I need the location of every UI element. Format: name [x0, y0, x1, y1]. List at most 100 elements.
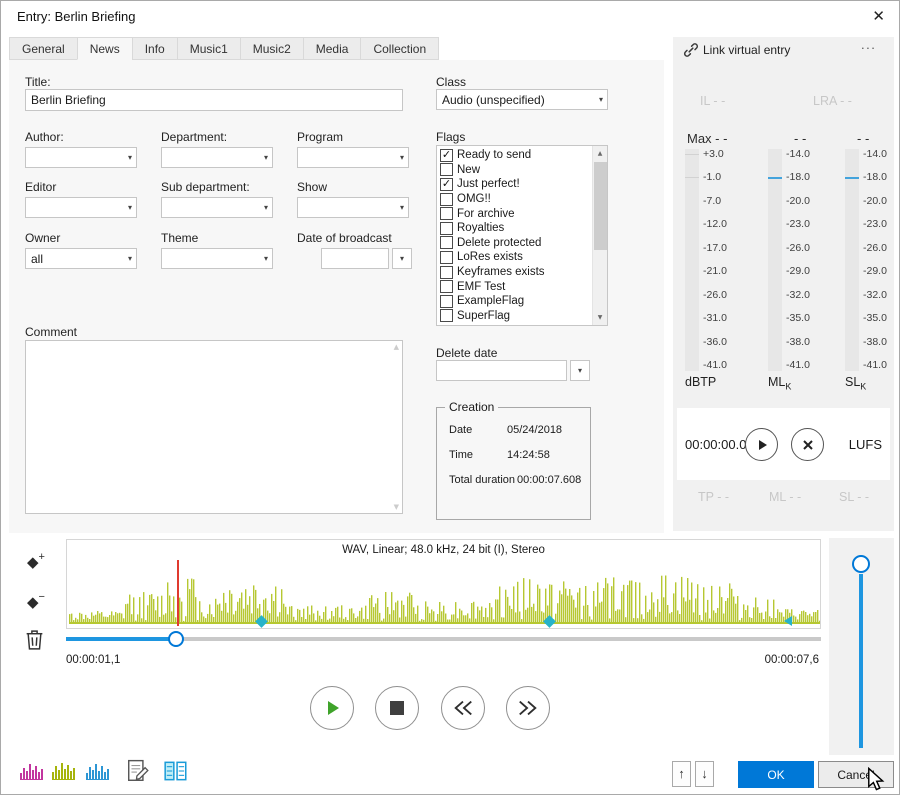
editor-label: Editor [25, 180, 56, 194]
scroll-down-icon[interactable]: ▼ [394, 503, 399, 511]
volume-slider-thumb[interactable] [852, 555, 870, 573]
delete-date-input[interactable] [436, 360, 567, 381]
meter-tick-label: -23.0 [863, 219, 887, 230]
flag-checkbox[interactable]: ✓ [440, 178, 453, 191]
show-combobox[interactable]: ▾ [297, 197, 409, 218]
meter-tick-label: -41.0 [786, 360, 810, 371]
class-combobox[interactable]: Audio (unspecified)▾ [436, 89, 608, 110]
play-button[interactable] [310, 686, 354, 730]
author-combobox[interactable]: ▾ [25, 147, 137, 168]
stop-button[interactable] [375, 686, 419, 730]
flag-checkbox[interactable] [440, 207, 453, 220]
edit-entry-button[interactable] [127, 759, 153, 785]
date-of-broadcast-input[interactable] [321, 248, 389, 269]
meter-tick-label: -26.0 [786, 243, 810, 254]
waveform-display[interactable]: WAV, Linear; 48.0 kHz, 24 bit (I), Stere… [66, 539, 821, 629]
tab-music1[interactable]: Music1 [177, 37, 240, 60]
owner-combobox[interactable]: all▾ [25, 248, 137, 269]
tab-music2[interactable]: Music2 [240, 37, 303, 60]
flag-checkbox[interactable] [440, 222, 453, 235]
flag-item[interactable]: EMF Test [437, 279, 607, 294]
comment-textarea[interactable]: ▲ ▼ [25, 340, 403, 514]
ok-button[interactable]: OK [738, 761, 814, 788]
chevron-down-icon: ▾ [264, 254, 268, 263]
tab-general[interactable]: General [9, 37, 77, 60]
scroll-down-icon[interactable]: ▼ [593, 310, 607, 325]
add-marker-button[interactable]: ◆+ [27, 553, 51, 577]
flag-item[interactable]: ExampleFlag [437, 294, 607, 309]
tab-info[interactable]: Info [132, 37, 177, 60]
meter-tick-label: -17.0 [703, 243, 727, 254]
waveform-blue-button[interactable] [85, 759, 111, 785]
tab-media[interactable]: Media [303, 37, 361, 60]
volume-slider-track[interactable] [859, 574, 863, 748]
flag-checkbox[interactable]: ✓ [440, 149, 453, 162]
flag-item[interactable]: Delete protected [437, 236, 607, 251]
rewind-button[interactable] [441, 686, 485, 730]
show-label: Show [297, 180, 327, 194]
scroll-up-icon[interactable]: ▲ [593, 146, 607, 161]
meter-segment-line [685, 177, 699, 178]
delete-date-dropdown-button[interactable]: ▾ [570, 360, 590, 381]
department-combobox[interactable]: ▾ [161, 147, 273, 168]
flag-item[interactable]: OMG!! [437, 192, 607, 207]
title-bar: Entry: Berlin Briefing ✕ [1, 1, 899, 33]
remove-marker-button[interactable]: ◆− [27, 593, 51, 617]
flag-item[interactable]: For archive [437, 206, 607, 221]
tab-news[interactable]: News [77, 37, 132, 60]
creation-duration-value: 00:00:07.608 [517, 474, 581, 486]
waveform-green-button[interactable] [51, 759, 77, 785]
scrollbar-thumb[interactable] [594, 162, 607, 250]
flag-label: Just perfect! [457, 178, 520, 190]
move-up-button[interactable]: ↑ [672, 761, 691, 787]
flag-checkbox[interactable] [440, 251, 453, 264]
play-icon [322, 698, 342, 718]
loudness-play-button[interactable] [745, 428, 778, 461]
theme-combobox[interactable]: ▾ [161, 248, 273, 269]
flag-checkbox[interactable] [440, 295, 453, 308]
flags-scrollbar[interactable]: ▲ ▼ [592, 146, 607, 325]
flag-item[interactable]: Keyframes exists [437, 265, 607, 280]
play-icon [755, 438, 769, 452]
cancel-button[interactable]: Cancel [818, 761, 894, 788]
scroll-up-icon[interactable]: ▲ [394, 343, 399, 351]
date-of-broadcast-dropdown-button[interactable]: ▾ [392, 248, 412, 269]
flag-checkbox[interactable] [440, 236, 453, 249]
flag-item[interactable]: SuperFlag [437, 309, 607, 324]
flag-checkbox[interactable] [440, 280, 453, 293]
loudness-cancel-button[interactable] [791, 428, 824, 461]
flag-item[interactable]: LoRes exists [437, 250, 607, 265]
flag-checkbox[interactable] [440, 309, 453, 322]
flag-item[interactable]: New [437, 163, 607, 178]
playhead-cursor[interactable] [177, 560, 179, 626]
flag-item[interactable]: ✓ Just perfect! [437, 177, 607, 192]
end-marker-triangle[interactable] [784, 616, 792, 626]
rewind-icon [452, 698, 474, 718]
flag-checkbox[interactable] [440, 193, 453, 206]
max-value: Max - - [687, 131, 727, 146]
chevron-down-icon: ▾ [264, 153, 268, 162]
meter-tick-label: -20.0 [863, 196, 887, 207]
meter-tick-label: -1.0 [703, 172, 721, 183]
waveform-magenta-button[interactable] [19, 759, 45, 785]
slider-thumb[interactable] [168, 631, 184, 647]
mlk-meter-bar [768, 149, 782, 371]
editor-combobox[interactable]: ▾ [25, 197, 137, 218]
more-options-icon[interactable]: ... [861, 37, 876, 52]
creation-time-value: 14:24:58 [507, 449, 550, 461]
program-combobox[interactable]: ▾ [297, 147, 409, 168]
position-slider[interactable] [66, 630, 821, 648]
move-down-button[interactable]: ↓ [695, 761, 714, 787]
flag-checkbox[interactable] [440, 163, 453, 176]
close-icon[interactable]: ✕ [872, 7, 885, 25]
tab-collection[interactable]: Collection [360, 37, 439, 60]
flag-checkbox[interactable] [440, 266, 453, 279]
flag-item[interactable]: ✓Ready to send [437, 148, 607, 163]
forward-button[interactable] [506, 686, 550, 730]
flag-item[interactable]: Royalties [437, 221, 607, 236]
sub-department-combobox[interactable]: ▾ [161, 197, 273, 218]
dual-view-button[interactable] [163, 759, 189, 785]
delete-markers-button[interactable] [25, 629, 49, 653]
meter-tick-label: -36.0 [703, 337, 727, 348]
title-input[interactable]: Berlin Briefing [25, 89, 403, 111]
